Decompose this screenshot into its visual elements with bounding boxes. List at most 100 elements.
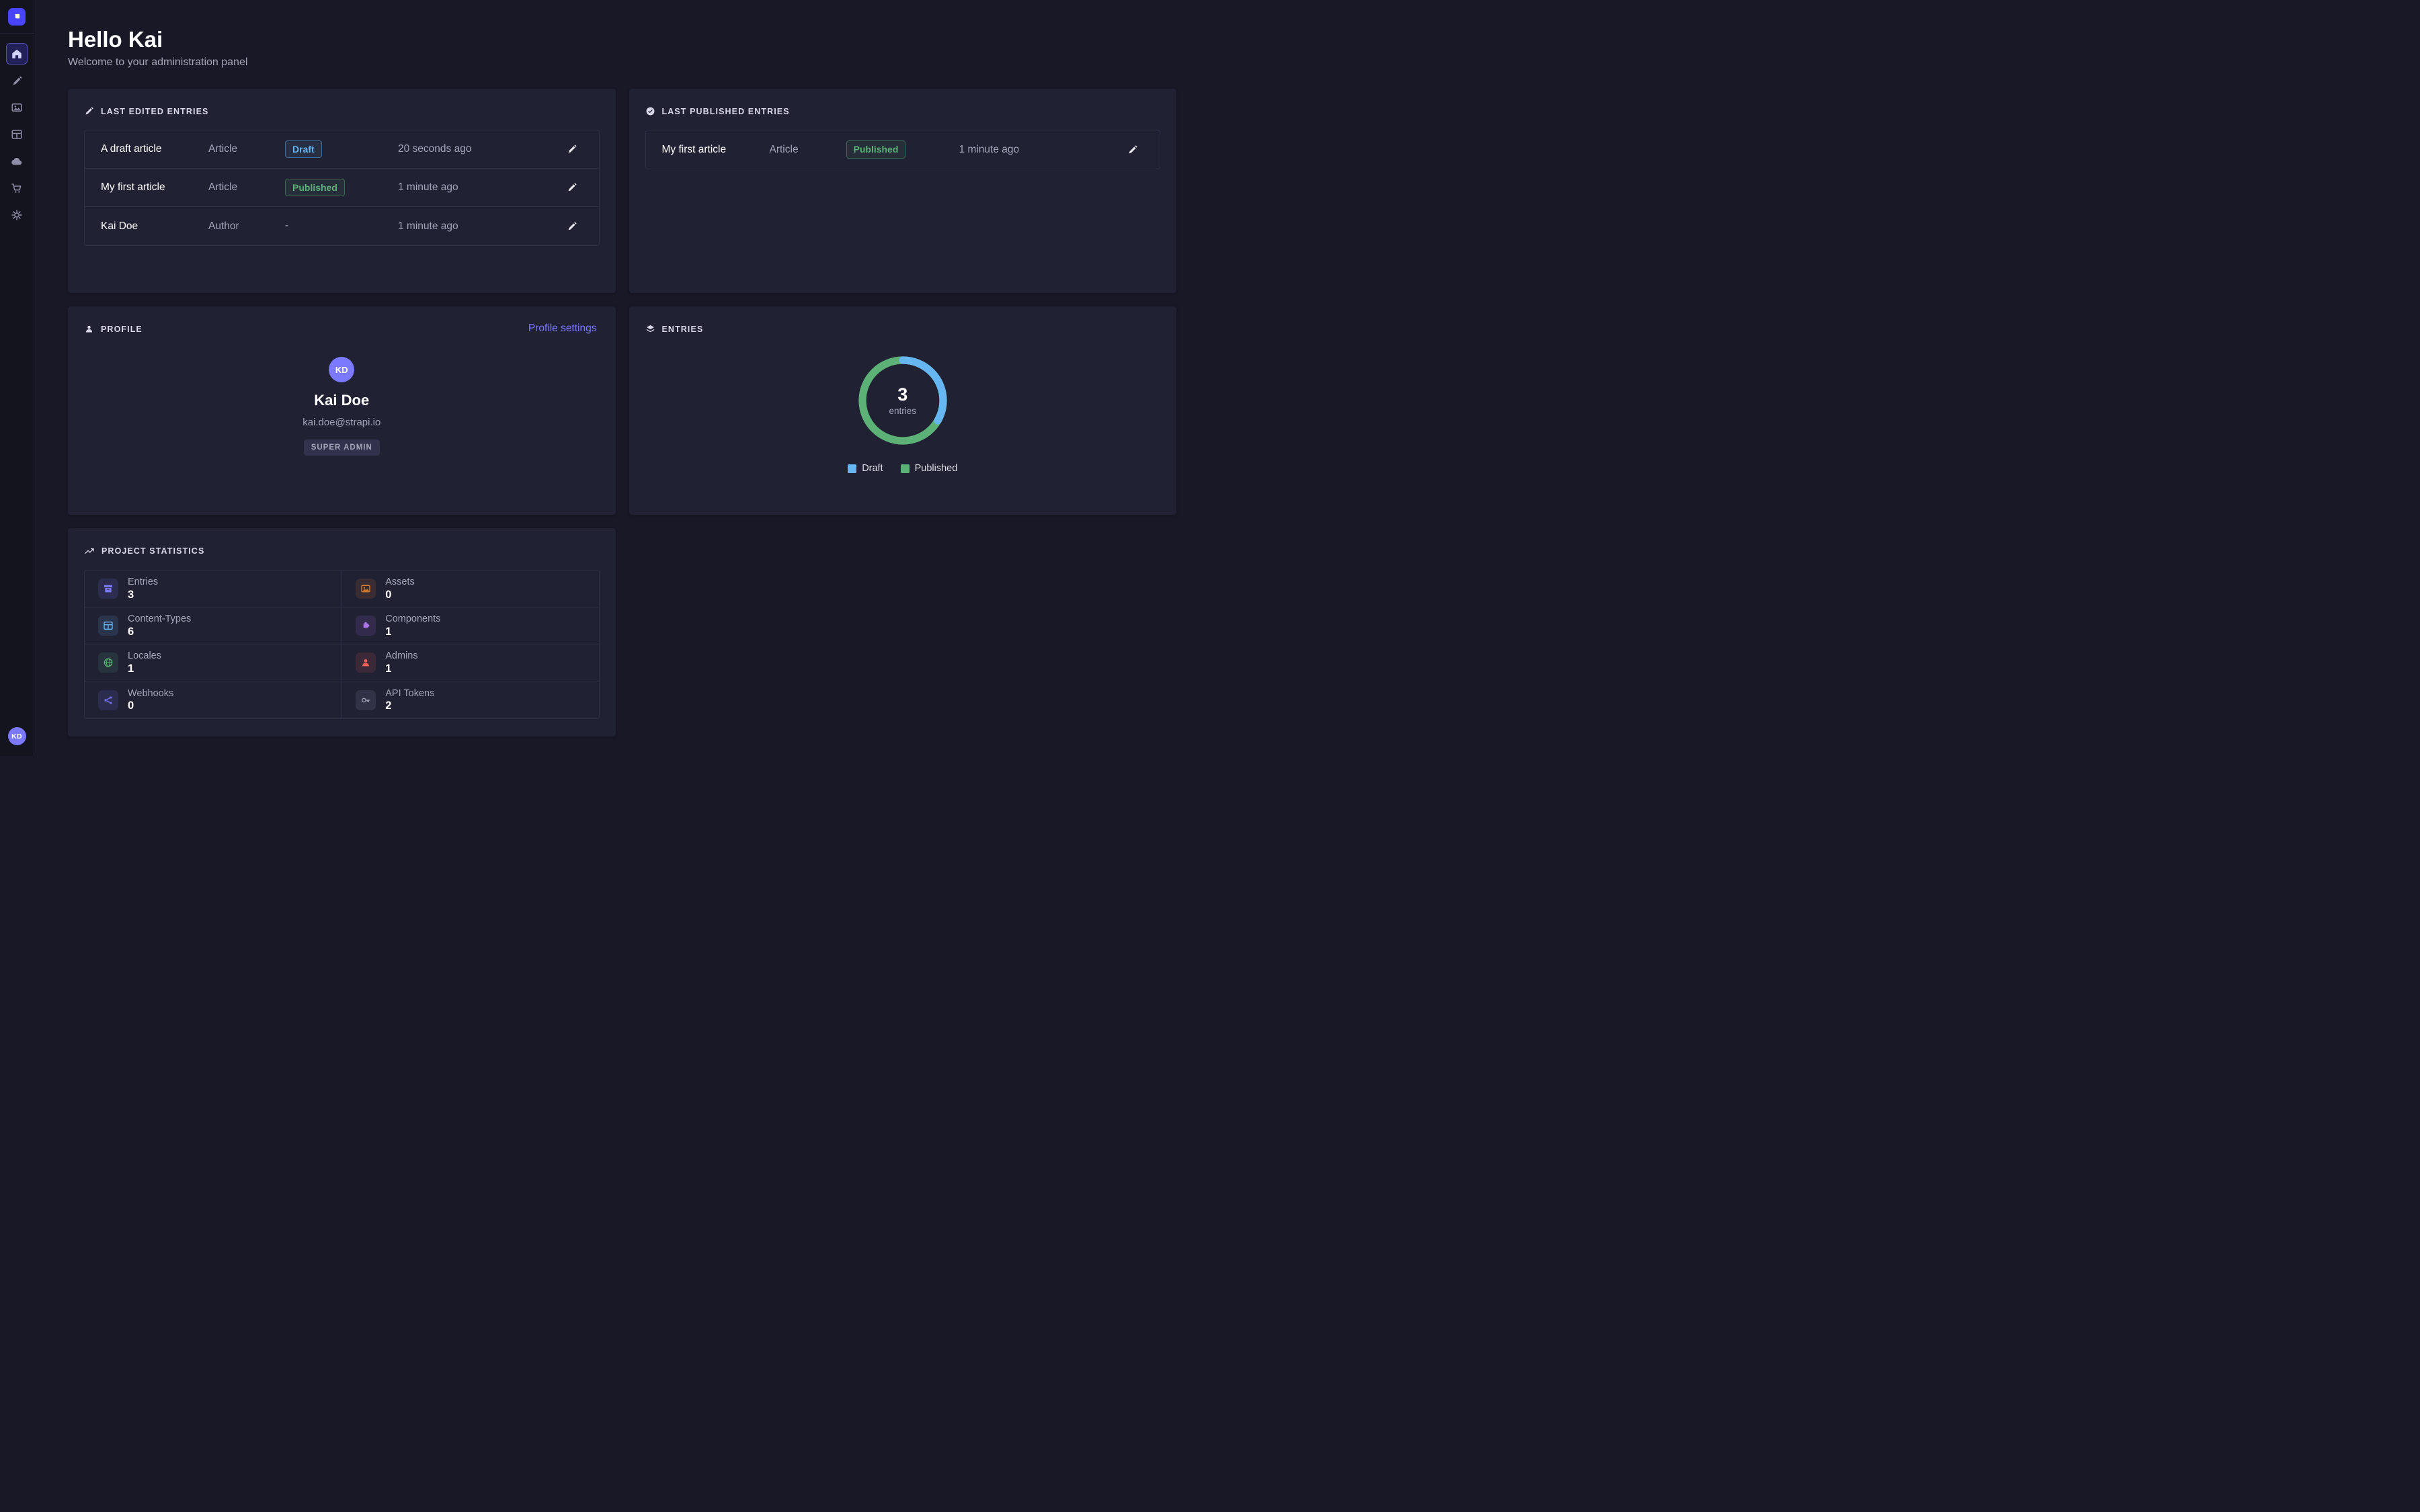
media-library-icon <box>11 101 23 114</box>
entries-card: ENTRIES 3 entries Draft <box>629 306 1177 515</box>
sidebar-item-cloud[interactable] <box>6 151 28 172</box>
entry-time: 20 seconds ago <box>398 143 561 155</box>
stat-label: Components <box>385 614 440 624</box>
webhooks-icon <box>98 690 118 710</box>
last-edited-entries-card: LAST EDITED ENTRIES A draft article Arti… <box>68 89 616 293</box>
locales-globe-icon <box>98 653 118 673</box>
sidebar-nav <box>6 43 28 727</box>
main-content: Hello Kai Welcome to your administration… <box>34 0 1210 756</box>
stat-value: 3 <box>128 589 158 601</box>
card-title: PROJECT STATISTICS <box>102 546 204 556</box>
card-header: PROJECT STATISTICS <box>68 528 616 556</box>
assets-image-icon <box>356 579 376 599</box>
published-swatch <box>901 464 910 473</box>
status-badge: Published <box>846 140 906 159</box>
entry-time: 1 minute ago <box>398 220 561 233</box>
stat-components: Components 1 <box>341 607 598 644</box>
card-header: ENTRIES <box>629 306 1177 334</box>
entries-donut: 3 entries <box>852 350 953 451</box>
last-published-table: My first article Article Published 1 min… <box>645 130 1161 169</box>
stat-api-tokens: API Tokens 2 <box>341 681 598 718</box>
entries-box-icon <box>98 579 118 599</box>
strapi-logo[interactable] <box>8 8 26 26</box>
api-tokens-key-icon <box>356 690 376 710</box>
role-badge: SUPER ADMIN <box>304 439 380 456</box>
table-row: Kai Doe Author - 1 minute ago <box>85 207 599 245</box>
logo-area <box>0 0 34 34</box>
stat-label: Content-Types <box>128 614 191 624</box>
donut-legend: Draft Published <box>629 463 1177 474</box>
last-edited-table: A draft article Article Draft 20 seconds… <box>84 130 600 246</box>
avatar: KD <box>329 357 354 382</box>
entry-name: My first article <box>662 144 770 156</box>
stat-webhooks: Webhooks 0 <box>85 681 341 718</box>
cloud-icon <box>11 155 24 168</box>
status-badge: Draft <box>285 140 322 159</box>
sidebar-item-media-library[interactable] <box>6 97 28 118</box>
stat-value: 1 <box>385 626 440 638</box>
stat-label: Entries <box>128 577 158 587</box>
edit-entry-button[interactable] <box>561 177 583 198</box>
content-manager-pen-icon <box>11 75 23 87</box>
card-title: PROFILE <box>101 325 143 334</box>
stat-assets: Assets 0 <box>341 571 598 607</box>
check-circle-icon <box>645 106 655 116</box>
content-type-builder-icon <box>11 128 23 140</box>
page-title: Hello Kai <box>68 28 1176 50</box>
dashboard-grid: LAST EDITED ENTRIES A draft article Arti… <box>68 89 1176 737</box>
table-row: A draft article Article Draft 20 seconds… <box>85 130 599 169</box>
sidebar: KD <box>0 0 34 756</box>
edit-entry-button[interactable] <box>1122 139 1143 161</box>
content-types-icon <box>98 616 118 636</box>
trending-up-icon <box>84 546 95 556</box>
entry-name: My first article <box>101 181 208 194</box>
profile-settings-link[interactable]: Profile settings <box>528 323 597 335</box>
page-subtitle: Welcome to your administration panel <box>68 56 1176 69</box>
entry-time: 1 minute ago <box>959 144 1123 156</box>
sidebar-item-marketplace[interactable] <box>6 177 28 199</box>
stat-content-types: Content-Types 6 <box>85 607 341 644</box>
card-title: ENTRIES <box>662 325 704 334</box>
stat-label: API Tokens <box>385 689 434 699</box>
stat-label: Admins <box>385 651 417 661</box>
legend-item-published: Published <box>901 463 958 474</box>
sidebar-item-home[interactable] <box>6 43 28 65</box>
table-row: My first article Article Published 1 min… <box>85 169 599 207</box>
card-header: LAST PUBLISHED ENTRIES <box>629 89 1177 116</box>
stat-label: Webhooks <box>128 689 173 699</box>
card-header: LAST EDITED ENTRIES <box>68 89 616 116</box>
legend-label: Published <box>915 463 958 474</box>
status-badge: - <box>285 220 288 233</box>
sidebar-item-content-manager[interactable] <box>6 70 28 91</box>
draft-swatch <box>848 464 856 473</box>
pencil-icon <box>1127 144 1138 155</box>
legend-label: Draft <box>862 463 883 474</box>
settings-gear-icon <box>11 209 23 221</box>
stat-entries: Entries 3 <box>85 571 341 607</box>
legend-item-draft: Draft <box>848 463 883 474</box>
marketplace-cart-icon <box>11 182 23 194</box>
stat-label: Assets <box>385 577 415 587</box>
card-title: LAST PUBLISHED ENTRIES <box>662 107 790 116</box>
stat-value: 6 <box>128 626 191 638</box>
last-published-entries-card: LAST PUBLISHED ENTRIES My first article … <box>629 89 1177 293</box>
entry-kind: Author <box>208 220 285 233</box>
profile-email: kai.doe@strapi.io <box>302 417 380 428</box>
person-icon <box>84 324 94 334</box>
user-avatar-menu[interactable]: KD <box>8 727 26 745</box>
edit-entry-button[interactable] <box>561 216 583 237</box>
card-title: LAST EDITED ENTRIES <box>101 107 209 116</box>
entry-kind: Article <box>208 143 285 155</box>
layers-icon <box>645 324 655 334</box>
stat-value: 1 <box>128 663 161 675</box>
stat-value: 1 <box>385 663 417 675</box>
status-badge: Published <box>285 179 345 197</box>
table-row: My first article Article Published 1 min… <box>646 130 1160 169</box>
pencil-icon <box>84 106 94 116</box>
stat-locales: Locales 1 <box>85 644 341 681</box>
entry-name: A draft article <box>101 143 208 155</box>
home-icon <box>11 48 23 60</box>
edit-entry-button[interactable] <box>561 138 583 160</box>
sidebar-item-settings[interactable] <box>6 204 28 226</box>
sidebar-item-content-type-builder[interactable] <box>6 124 28 145</box>
